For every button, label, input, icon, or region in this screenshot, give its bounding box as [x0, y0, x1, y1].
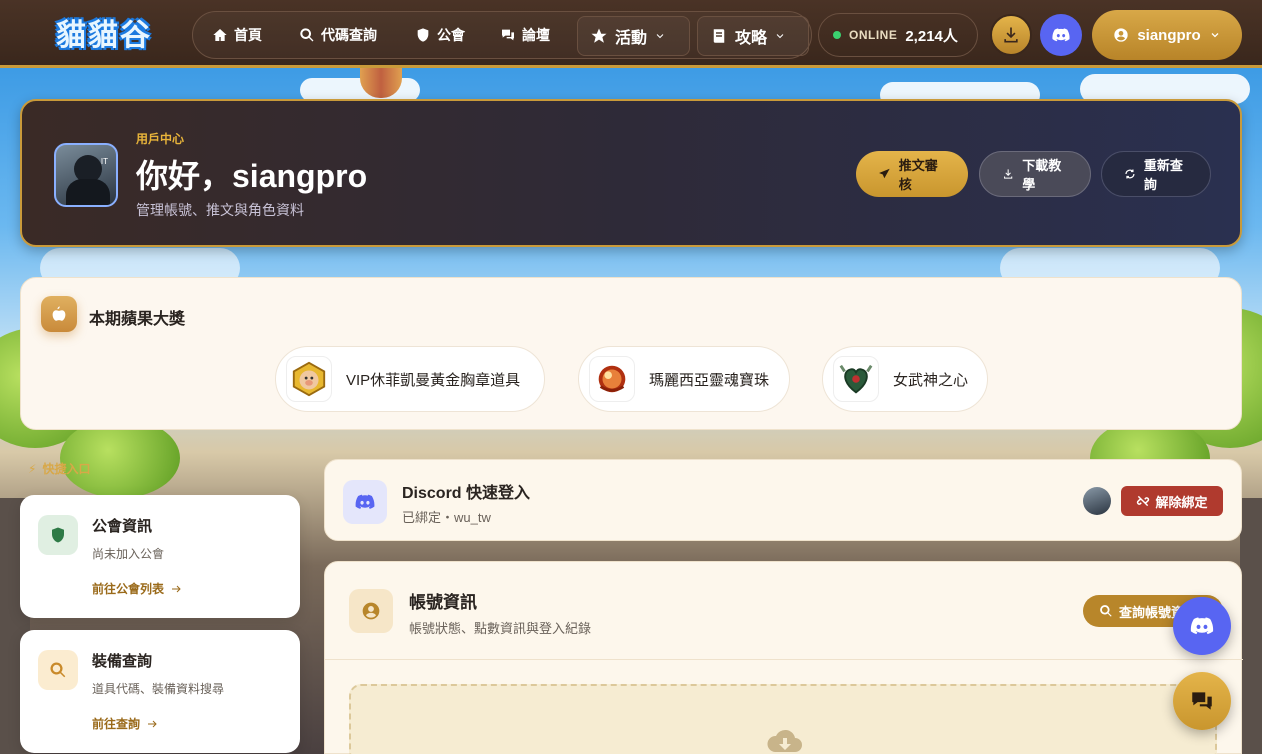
book-icon — [713, 29, 725, 43]
refresh-icon — [1125, 169, 1135, 179]
download-button[interactable] — [990, 14, 1032, 56]
download-guide-button[interactable]: 下載教學 — [979, 151, 1091, 197]
soul-orb-icon — [589, 356, 635, 402]
refresh-button[interactable]: 重新查詢 — [1101, 151, 1211, 197]
discord-status: 已綁定・wu_tw — [402, 510, 491, 525]
nav-home[interactable]: 首頁 — [212, 11, 262, 59]
guild-list-link[interactable]: 前往公會列表 — [92, 580, 182, 597]
valkyrie-heart-icon — [833, 356, 879, 402]
discord-icon — [1190, 617, 1214, 635]
user-circle-icon — [1114, 28, 1128, 42]
discord-login-card: Discord 快速登入 已綁定・wu_tw 解除綁定 — [324, 459, 1242, 541]
account-data-dropzone — [349, 684, 1217, 754]
award-item[interactable]: 瑪麗西亞靈魂寶珠 — [578, 346, 790, 412]
chevron-down-icon — [776, 34, 784, 39]
unbind-button[interactable]: 解除綁定 — [1121, 486, 1223, 516]
award-item[interactable]: VIP休菲凱曼黃金胸章道具 — [275, 346, 545, 412]
user-menu-button[interactable]: siangpro — [1092, 10, 1242, 60]
search-icon — [1100, 605, 1112, 617]
user-center-hero: IT 用戶中心 你好，siangpro 管理帳號、推文與角色資料 推文審核 下載… — [20, 99, 1242, 247]
arrow-right-icon — [148, 720, 157, 727]
download-icon — [1004, 169, 1013, 179]
award-title: 本期蘋果大獎 — [89, 311, 186, 328]
bolt-icon: ⚡ — [28, 461, 37, 476]
search-icon — [38, 650, 78, 690]
discord-nav-button[interactable] — [1040, 14, 1082, 56]
site-logo[interactable]: 貓貓谷 — [44, 8, 164, 56]
account-info-card: 帳號資訊 帳號狀態、點數資訊與登入紀錄 查詢帳號資訊 — [324, 561, 1243, 754]
nav-events-dropdown[interactable]: 活動 — [577, 16, 690, 56]
equipment-search-link[interactable]: 前往查詢 — [92, 715, 158, 732]
award-item[interactable]: 女武神之心 — [822, 346, 988, 412]
star-icon — [591, 28, 607, 43]
shield-icon — [38, 515, 78, 555]
hero-kicker: 用戶中心 — [136, 132, 185, 146]
online-status: ONLINE 2,214人 — [818, 13, 978, 57]
discord-title: Discord 快速登入 — [402, 485, 531, 502]
arrow-right-icon — [172, 585, 181, 592]
chevron-down-icon — [656, 34, 664, 39]
chat-bubbles-icon — [1192, 692, 1212, 710]
avatar: IT — [54, 143, 118, 207]
cloud-download-icon — [767, 729, 802, 752]
discord-icon — [1052, 28, 1070, 42]
apple-award-panel: 本期蘋果大獎 VIP休菲凱曼黃金胸章道具 瑪麗西亞靈魂寶珠 女武神之心 — [20, 277, 1242, 430]
top-navbar: 貓貓谷 首頁 代碼查詢 公會 論壇 活動 攻略 ONLINE 2,214人 si… — [0, 0, 1262, 68]
account-header: 帳號資訊 帳號狀態、點數資訊與登入紀錄 查詢帳號資訊 — [325, 562, 1243, 660]
chat-bubbles-icon — [502, 29, 514, 41]
apple-icon — [41, 296, 77, 332]
guild-info-card[interactable]: 公會資訊 尚未加入公會 前往公會列表 — [20, 495, 300, 618]
home-icon — [213, 29, 227, 41]
download-icon — [1004, 27, 1018, 43]
chevron-down-icon — [1211, 33, 1219, 38]
online-dot-icon — [833, 31, 841, 39]
paper-plane-icon — [879, 168, 890, 179]
equipment-search-card[interactable]: 裝備查詢 道具代碼、裝備資料搜尋 前往查詢 — [20, 630, 300, 753]
page-title: 你好，siangpro — [136, 158, 368, 194]
hero-subtitle: 管理帳號、推文與角色資料 — [136, 202, 304, 218]
review-posts-button[interactable]: 推文審核 — [856, 151, 968, 197]
user-circle-icon — [349, 589, 393, 633]
floating-chat-button[interactable] — [1173, 672, 1231, 730]
nav-forum[interactable]: 論壇 — [500, 11, 550, 59]
unlink-icon — [1137, 495, 1150, 507]
floating-discord-button[interactable] — [1173, 597, 1231, 655]
nav-guides-dropdown[interactable]: 攻略 — [697, 16, 809, 56]
discord-avatar — [1083, 487, 1111, 515]
pig-badge-icon — [286, 356, 332, 402]
nav-code-query[interactable]: 代碼查詢 — [299, 11, 377, 59]
shield-icon — [417, 28, 429, 42]
quick-access-label: ⚡ 快捷入口 — [28, 461, 91, 477]
search-icon — [300, 28, 314, 42]
discord-icon — [343, 480, 387, 524]
nav-guild[interactable]: 公會 — [415, 11, 465, 59]
